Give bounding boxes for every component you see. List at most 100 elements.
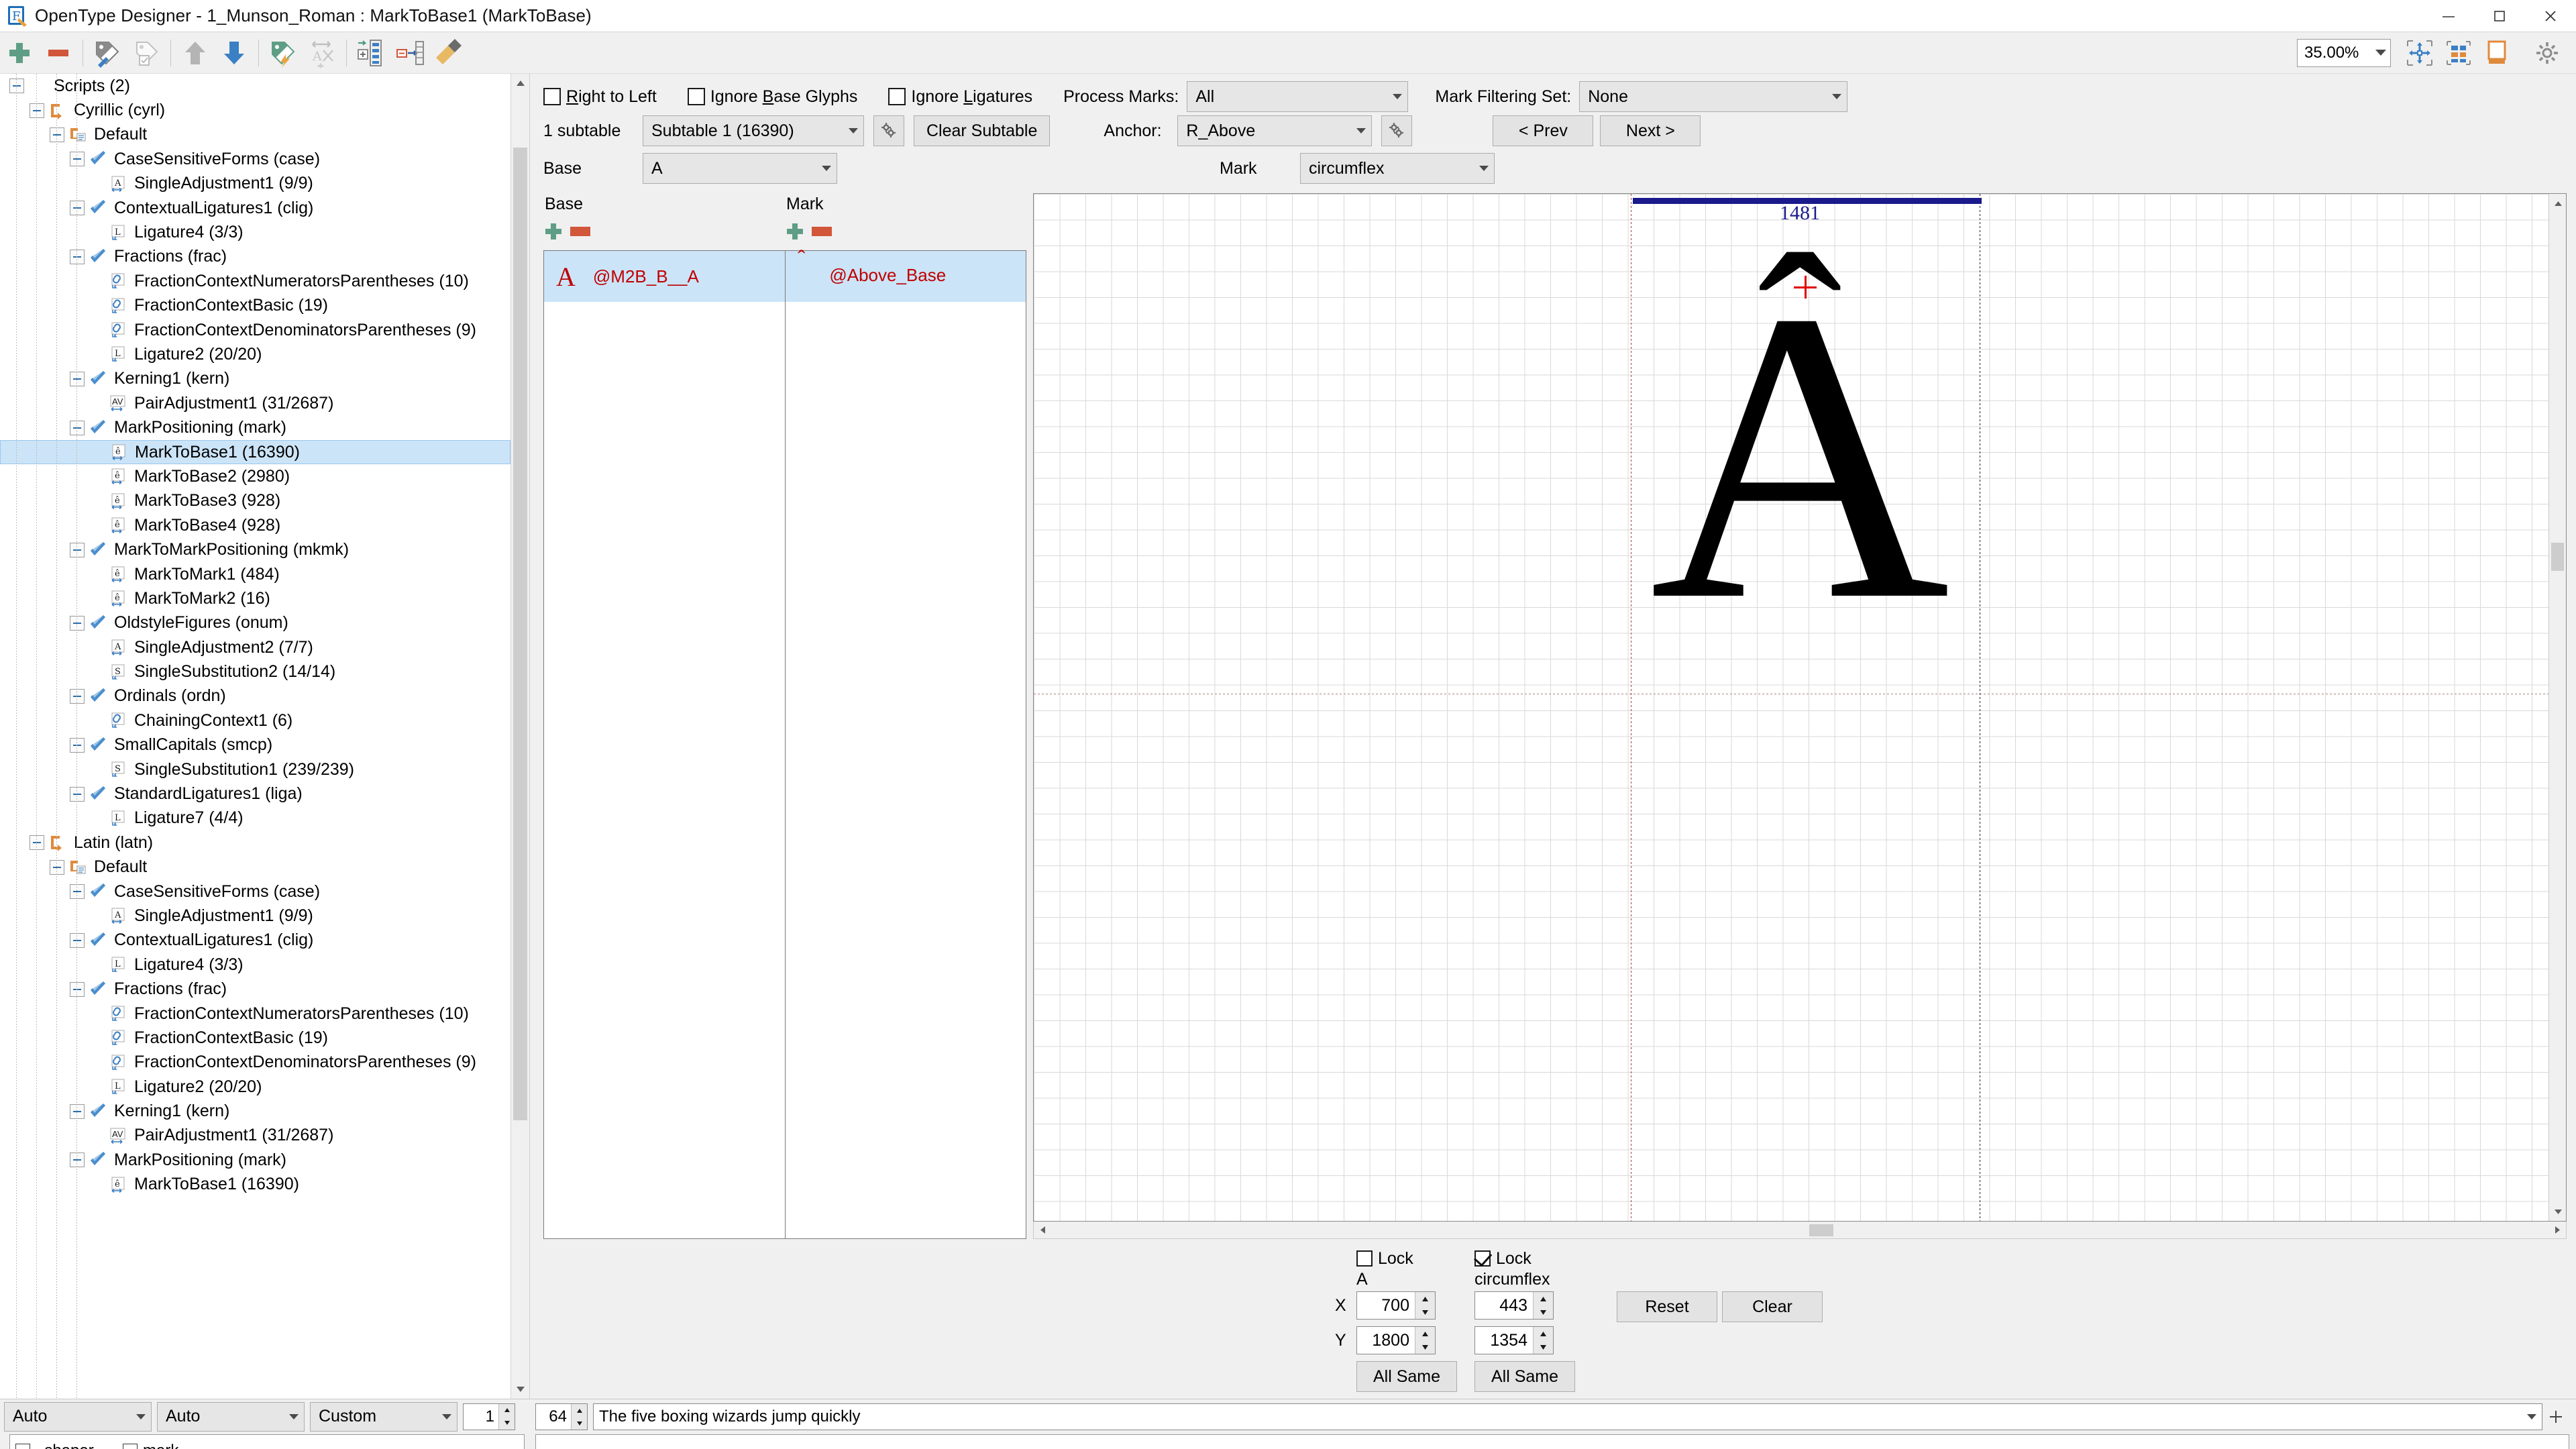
tree-collapse-icon[interactable]	[70, 152, 85, 167]
anchor-cross-icon[interactable]	[1794, 276, 1817, 299]
tree-scroll-thumb[interactable]	[513, 148, 527, 1120]
spin-up-icon[interactable]	[1534, 1327, 1553, 1340]
base-lock-checkbox[interactable]	[1356, 1250, 1373, 1267]
spin-down-icon[interactable]	[1415, 1305, 1435, 1319]
spin-up-icon[interactable]	[1534, 1292, 1553, 1305]
mark-all-same-button[interactable]: All Same	[1474, 1361, 1575, 1392]
move-down-icon[interactable]	[215, 34, 254, 72]
scroll-up-icon[interactable]	[511, 74, 529, 93]
feature-checkbox-_shaper[interactable]	[15, 1443, 30, 1449]
tree-collapse-icon[interactable]	[30, 103, 44, 118]
anchor-combo[interactable]: R_Above	[1177, 115, 1373, 146]
tree-collapse-icon[interactable]	[70, 884, 85, 900]
clear-subtable-button[interactable]: Clear Subtable	[914, 115, 1051, 146]
quick-tag-icon[interactable]	[264, 34, 303, 72]
feature-checkbox-mark[interactable]	[123, 1443, 138, 1449]
prev-pair-button[interactable]: < Prev	[1493, 115, 1594, 146]
scroll-down-icon[interactable]	[511, 1380, 529, 1399]
glyph-view-icon[interactable]	[2478, 34, 2517, 72]
tree-collapse-icon[interactable]	[70, 981, 85, 997]
maximize-button[interactable]	[2474, 0, 2525, 32]
add-base-icon[interactable]	[543, 221, 564, 241]
move-up-icon[interactable]	[176, 34, 215, 72]
tree-collapse-icon[interactable]	[70, 1152, 85, 1168]
tree-collapse-icon[interactable]	[70, 249, 85, 264]
spin-down-icon[interactable]	[572, 1417, 587, 1430]
edit-tag-icon[interactable]	[88, 34, 127, 72]
mark-filtering-set-combo[interactable]: None	[1579, 81, 1848, 112]
sample-text-input[interactable]: The five boxing wizards jump quickly	[593, 1403, 2542, 1430]
tree-collapse-icon[interactable]	[70, 542, 85, 557]
base-all-same-button[interactable]: All Same	[1356, 1361, 1457, 1392]
insert-row-icon[interactable]	[352, 34, 390, 72]
remove-mark-icon[interactable]	[812, 227, 832, 236]
subtable-combo[interactable]: Subtable 1 (16390)	[643, 115, 864, 146]
base-glyph-render[interactable]: A	[1034, 248, 2566, 663]
ignore-ligatures-checkbox[interactable]	[888, 88, 906, 105]
format-painter-icon[interactable]	[429, 34, 468, 72]
spin-up-icon[interactable]	[572, 1404, 587, 1417]
canvas-vscroll-thumb[interactable]	[2551, 543, 2564, 571]
list-item[interactable]: ˆ @Above_Base	[786, 247, 1026, 302]
direction-select-combo[interactable]: Custom	[310, 1401, 458, 1432]
remove-icon[interactable]	[39, 34, 78, 72]
lookup-tree[interactable]: Scripts (2) Cyrillic (cyrl) Default CaseSen…	[0, 74, 511, 1399]
mark-class-column[interactable]: ˆ @Above_Base	[785, 247, 1026, 1238]
scroll-down-icon[interactable]	[2549, 1202, 2566, 1221]
delete-row-icon[interactable]	[390, 34, 429, 72]
fit-view-icon[interactable]	[2400, 34, 2439, 72]
tree-collapse-icon[interactable]	[70, 932, 85, 948]
anchor-tool-icon[interactable]: A	[303, 34, 341, 72]
spin-down-icon[interactable]	[499, 1417, 515, 1430]
spin-down-icon[interactable]	[1534, 1305, 1553, 1319]
remove-base-icon[interactable]	[570, 227, 590, 236]
spin-up-icon[interactable]	[1415, 1327, 1435, 1340]
next-pair-button[interactable]: Next >	[1600, 115, 1701, 146]
canvas-horizontal-scrollbar[interactable]	[1033, 1222, 2567, 1239]
base-class-column[interactable]: A @M2B_B__A	[544, 251, 785, 1238]
clear-anchor-button[interactable]: Clear	[1721, 1291, 1823, 1322]
base-y-spinner[interactable]: 1800	[1356, 1326, 1436, 1354]
tree-collapse-icon[interactable]	[70, 371, 85, 386]
text-preview-area[interactable]: The five boxing wizards jump quickly	[535, 1434, 2569, 1449]
tree-collapse-icon[interactable]	[70, 1104, 85, 1119]
add-sample-button[interactable]	[2542, 1403, 2569, 1430]
scroll-up-icon[interactable]	[2549, 194, 2566, 213]
tree-collapse-icon[interactable]	[9, 78, 24, 94]
tree-scrollbar[interactable]	[511, 74, 529, 1399]
tree-collapse-icon[interactable]	[70, 786, 85, 802]
anchor-settings-button[interactable]	[1381, 115, 1413, 146]
mark-lock-checkbox[interactable]	[1474, 1250, 1491, 1267]
zoom-level-combo[interactable]: 35.00%	[2297, 38, 2391, 67]
tree-collapse-icon[interactable]	[30, 835, 44, 851]
mark-y-spinner[interactable]: 1354	[1474, 1326, 1554, 1354]
base-glyph-combo[interactable]: A	[643, 153, 837, 184]
close-button[interactable]	[2525, 0, 2576, 32]
chevron-down-icon[interactable]	[2527, 1414, 2536, 1419]
glyph-class-listbox[interactable]: A @M2B_B__A ˆ @Above_Base	[543, 247, 1026, 1239]
select-tag-icon[interactable]	[127, 34, 166, 72]
add-icon[interactable]	[0, 34, 39, 72]
feature-checkbox-list[interactable]: _shapercasecligfrackernligalocl markmkmk…	[9, 1434, 525, 1449]
process-marks-combo[interactable]: All	[1187, 81, 1409, 112]
right-to-left-checkbox[interactable]	[543, 88, 561, 105]
tree-collapse-icon[interactable]	[70, 737, 85, 753]
canvas-hscroll-thumb[interactable]	[1809, 1224, 1833, 1236]
list-item[interactable]: A @M2B_B__A	[544, 251, 785, 302]
tree-collapse-icon[interactable]	[50, 127, 64, 142]
instance-spinner[interactable]: 1	[463, 1403, 515, 1430]
canvas-vertical-scrollbar[interactable]	[2548, 194, 2566, 1221]
spin-down-icon[interactable]	[1415, 1340, 1435, 1354]
reset-anchor-button[interactable]: Reset	[1617, 1291, 1717, 1322]
tree-collapse-icon[interactable]	[50, 859, 64, 875]
feature-item[interactable]: mark	[123, 1440, 230, 1449]
tree-collapse-icon[interactable]	[70, 688, 85, 704]
gear-icon[interactable]	[2528, 34, 2567, 72]
tree-collapse-icon[interactable]	[70, 201, 85, 216]
mark-x-spinner[interactable]: 443	[1474, 1291, 1554, 1320]
base-x-spinner[interactable]: 700	[1356, 1291, 1436, 1320]
ignore-base-glyphs-checkbox[interactable]	[687, 88, 705, 105]
language-select-combo[interactable]: Auto	[157, 1401, 305, 1432]
scroll-left-icon[interactable]	[1034, 1226, 1051, 1234]
glyph-canvas[interactable]: 1481 ˆ A	[1033, 193, 2567, 1222]
